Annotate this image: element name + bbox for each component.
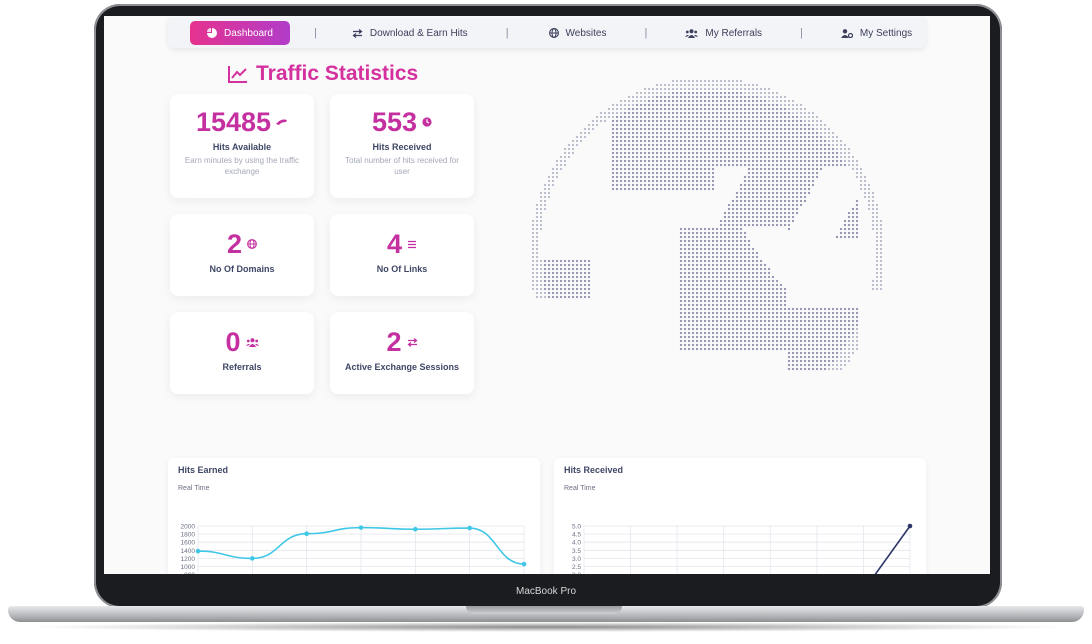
y-tick-label: 1200 bbox=[181, 556, 196, 563]
top-nav: Dashboard | Download & Earn Hits | Websi… bbox=[168, 18, 926, 48]
y-tick-label: 4.5 bbox=[572, 532, 581, 539]
stat-card-hits-available: 15485 Hits Available Earn minutes by usi… bbox=[170, 94, 314, 198]
page-title-text: Traffic Statistics bbox=[256, 62, 419, 85]
y-tick-label: 1800 bbox=[181, 532, 196, 539]
data-point bbox=[250, 556, 255, 561]
chart-grid bbox=[583, 525, 911, 574]
domains-label: No Of Domains bbox=[209, 264, 275, 274]
page-title: Traffic Statistics bbox=[228, 62, 418, 86]
nav-separator: | bbox=[314, 27, 317, 39]
nav-my-settings[interactable]: My Settings bbox=[840, 21, 913, 45]
line-chart-icon bbox=[228, 66, 247, 83]
y-tick-label: 1600 bbox=[181, 540, 196, 547]
y-tick-label: 1000 bbox=[181, 564, 196, 571]
nav-download-earn[interactable]: Download & Earn Hits bbox=[352, 21, 468, 45]
nav-separator: | bbox=[505, 27, 509, 39]
app-screen: Dashboard | Download & Earn Hits | Websi… bbox=[104, 16, 990, 574]
globe-dots bbox=[532, 80, 882, 371]
users-icon bbox=[685, 28, 699, 38]
nav-download-earn-label: Download & Earn Hits bbox=[369, 27, 468, 39]
hits-received-panel: Hits Received Real Time 5.0 4.5 4.0 3.5 3.0 2… bbox=[554, 458, 926, 574]
data-point bbox=[907, 523, 913, 529]
y-tick-label: 5.0 bbox=[572, 524, 581, 531]
hits-received-desc: Total number of hits received for user bbox=[345, 156, 459, 176]
clock-icon bbox=[422, 117, 432, 127]
data-point bbox=[521, 561, 527, 567]
stat-card-referrals: 0 Referrals bbox=[170, 312, 314, 394]
globe-icon bbox=[247, 239, 257, 249]
hits-available-value: 15485 bbox=[195, 107, 272, 137]
nav-my-referrals[interactable]: My Referrals bbox=[685, 21, 762, 45]
exchange-arrows-icon bbox=[352, 28, 363, 38]
hits-received-chart: 5.04.54.03.53.02.52.0 bbox=[572, 523, 913, 574]
referrals-label: Referrals bbox=[222, 362, 262, 372]
data-point bbox=[358, 525, 364, 530]
laptop-frame: Dashboard | Download & Earn Hits | Websi… bbox=[0, 0, 1092, 644]
stat-card-sessions: 2 Active Exchange Sessions bbox=[330, 312, 474, 394]
users-icon bbox=[245, 337, 259, 347]
hits-earned-chart: 200018001600140012001000800 bbox=[181, 524, 527, 574]
nav-my-settings-label: My Settings bbox=[859, 27, 913, 39]
device-label: MacBook Pro bbox=[515, 586, 577, 597]
stat-card-hits-received: 553 Hits Received Total number of hits r… bbox=[330, 94, 474, 198]
nav-my-referrals-label: My Referrals bbox=[705, 27, 763, 39]
nav-dashboard[interactable]: Dashboard bbox=[190, 21, 290, 45]
y-tick-label: 2.0 bbox=[572, 572, 581, 574]
hits-available-label: Hits Available bbox=[212, 142, 272, 152]
globe-icon bbox=[548, 28, 559, 38]
nav-separator: | bbox=[800, 27, 803, 39]
hits-earned-panel: Hits Earned Real Time 2000 1800 1600 1400 12… bbox=[168, 458, 540, 574]
hits-received-label: Hits Received bbox=[372, 142, 432, 152]
hand-icon bbox=[276, 119, 288, 125]
laptop-shadow bbox=[20, 622, 1072, 632]
y-tick-label: 800 bbox=[184, 572, 195, 574]
y-tick-label: 1400 bbox=[181, 548, 196, 555]
stat-card-domains: 2 No Of Domains bbox=[170, 214, 314, 296]
links-value: 4 bbox=[386, 229, 403, 259]
data-point bbox=[413, 526, 418, 532]
stat-card-links: 4 No Of Links bbox=[330, 214, 474, 296]
y-tick-label: 2.5 bbox=[572, 564, 581, 571]
domains-value: 2 bbox=[226, 229, 243, 259]
dotted-globe-illustration bbox=[532, 80, 882, 371]
data-point bbox=[195, 548, 201, 554]
sessions-label: Active Exchange Sessions bbox=[344, 362, 460, 372]
nav-websites[interactable]: Websites bbox=[548, 21, 607, 45]
referrals-value: 0 bbox=[225, 327, 241, 357]
hits-received-value: 553 bbox=[371, 107, 418, 137]
user-gear-icon bbox=[840, 28, 853, 38]
y-tick-label: 3.5 bbox=[572, 548, 581, 555]
y-tick-label: 3.0 bbox=[572, 556, 581, 563]
pie-chart-icon bbox=[207, 28, 218, 38]
data-point bbox=[304, 531, 309, 536]
laptop-notch bbox=[466, 606, 622, 614]
nav-separator: | bbox=[644, 27, 648, 39]
nav-dashboard-label: Dashboard bbox=[224, 27, 273, 39]
y-tick-label: 4.0 bbox=[572, 540, 581, 547]
links-label: No Of Links bbox=[376, 264, 428, 274]
nav-websites-label: Websites bbox=[565, 27, 607, 39]
hits-available-desc: Earn minutes by using the traffic exchan… bbox=[184, 156, 300, 176]
chart-grid bbox=[197, 525, 525, 574]
y-tick-label: 2000 bbox=[181, 524, 196, 531]
sessions-value: 2 bbox=[386, 327, 402, 357]
list-icon bbox=[408, 240, 417, 248]
exchange-arrows-icon bbox=[407, 337, 417, 347]
data-point bbox=[467, 525, 472, 531]
